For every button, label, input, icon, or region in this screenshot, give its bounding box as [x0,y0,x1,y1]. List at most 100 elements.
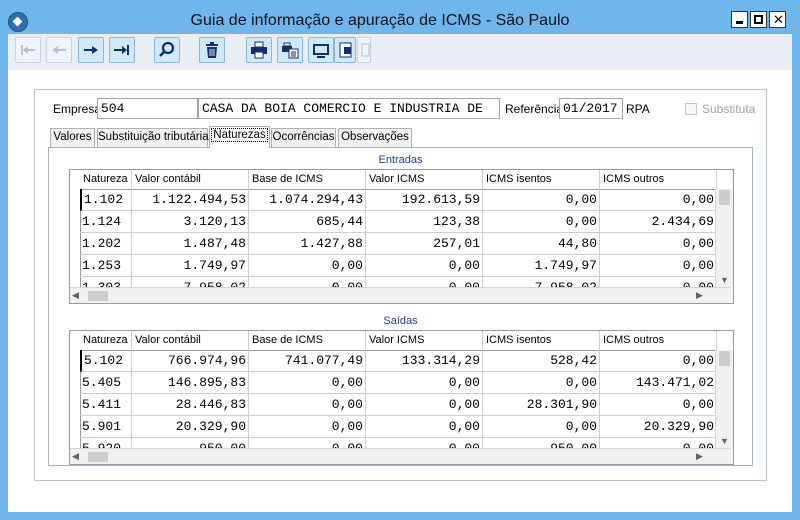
tab-naturezas[interactable]: Naturezas [209,126,270,148]
column-header[interactable]: Valor contábil [132,170,249,189]
column-header[interactable]: ICMS outros [600,331,717,350]
column-header[interactable]: Valor ICMS [366,331,483,350]
value-cell[interactable]: 766.974,96 [132,350,249,372]
value-cell[interactable]: 685,44 [249,211,366,233]
value-cell[interactable]: 528,42 [483,350,600,372]
value-cell[interactable]: 20.329,90 [132,416,249,438]
column-header[interactable]: ICMS isentos [483,331,600,350]
value-cell[interactable]: 143.471,02 [600,372,717,394]
tab-ocorrencias[interactable]: Ocorrências [271,128,336,147]
column-header[interactable]: ICMS outros [600,170,717,189]
value-cell[interactable]: 0,00 [249,394,366,416]
empresa-name-field[interactable]: CASA DA BOIA COMERCIO E INDUSTRIA DE [198,98,500,119]
value-cell[interactable]: 1.487,48 [132,233,249,255]
value-cell[interactable]: 0,00 [249,416,366,438]
scroll-thumb[interactable] [88,452,108,462]
natureza-cell[interactable]: 1.124 [80,211,132,233]
value-cell[interactable]: 2.434,69 [600,211,717,233]
value-cell[interactable]: 28.446,83 [132,394,249,416]
scroll-left-arrow[interactable]: ◀ [72,290,79,301]
tab-observacoes[interactable]: Observações [338,128,412,147]
value-cell[interactable]: 1.122.494,53 [132,189,249,211]
value-cell[interactable]: 741.077,49 [249,350,366,372]
maximize-button[interactable] [750,11,767,28]
vertical-scrollbar[interactable]: ▼ [715,350,733,448]
search-button[interactable] [154,37,180,63]
value-cell[interactable]: 146.895,83 [132,372,249,394]
natureza-cell[interactable]: 1.253 [80,255,132,277]
value-cell[interactable]: 1.427,88 [249,233,366,255]
scroll-down-arrow[interactable]: ▼ [716,436,733,446]
saidas-grid[interactable]: Natureza Valor contábil Base de ICMS Valor … [69,330,734,465]
column-header[interactable]: Base de ICMS [249,170,366,189]
screen-preview-button[interactable] [308,37,334,63]
value-cell[interactable]: 192.613,59 [366,189,483,211]
natureza-cell[interactable]: 5.405 [80,372,132,394]
horizontal-scrollbar[interactable]: ◀ ▶ [70,448,731,464]
delete-button[interactable] [199,37,225,63]
value-cell[interactable]: 1.749,97 [132,255,249,277]
value-cell[interactable]: 0,00 [366,394,483,416]
natureza-cell[interactable]: 5.411 [80,394,132,416]
value-cell[interactable]: 0,00 [249,372,366,394]
substituta-checkbox[interactable] [685,103,697,115]
horizontal-scrollbar[interactable]: ◀ ▶ [70,287,731,303]
value-cell[interactable]: 0,00 [366,255,483,277]
value-cell[interactable]: 0,00 [483,189,600,211]
minimize-button[interactable] [731,11,748,28]
scroll-left-arrow[interactable]: ◀ [72,451,79,462]
column-header[interactable]: Valor contábil [132,331,249,350]
close-button[interactable]: ✕ [769,11,786,28]
value-cell[interactable]: 28.301,90 [483,394,600,416]
referencia-field[interactable]: 01/2017 [559,98,623,119]
value-cell[interactable]: 0,00 [483,416,600,438]
natureza-cell[interactable]: 1.202 [80,233,132,255]
value-cell[interactable]: 0,00 [600,189,717,211]
value-cell[interactable]: 0,00 [600,233,717,255]
first-record-button[interactable] [15,37,41,63]
value-cell[interactable]: 1.074.294,43 [249,189,366,211]
column-header[interactable]: Natureza [80,331,132,350]
empresa-code-field[interactable]: 504 [97,98,198,119]
vertical-scrollbar[interactable]: ▼ [715,189,733,287]
scroll-right-arrow[interactable]: ▶ [696,290,703,301]
column-header[interactable]: ICMS isentos [483,170,600,189]
natureza-cell[interactable]: 5.901 [80,416,132,438]
scroll-thumb[interactable] [719,190,730,205]
value-cell[interactable]: 0,00 [600,394,717,416]
value-cell[interactable]: 0,00 [600,255,717,277]
natureza-cell[interactable]: 1.102 [80,189,132,211]
value-cell[interactable]: 1.749,97 [483,255,600,277]
value-cell[interactable]: 0,00 [483,372,600,394]
last-record-button[interactable] [109,37,135,63]
column-header[interactable]: Natureza [80,170,132,189]
value-cell[interactable]: 44,80 [483,233,600,255]
value-cell[interactable]: 133.314,29 [366,350,483,372]
value-cell[interactable]: 0,00 [249,255,366,277]
print-preview-button[interactable] [277,37,303,63]
value-cell[interactable]: 257,01 [366,233,483,255]
value-cell[interactable]: 0,00 [600,350,717,372]
column-header[interactable]: Base de ICMS [249,331,366,350]
scroll-thumb[interactable] [88,291,108,301]
value-cell[interactable]: 0,00 [366,416,483,438]
scroll-right-arrow[interactable]: ▶ [696,451,703,462]
extra-toolbar-button[interactable] [357,37,371,63]
next-record-button[interactable] [78,37,104,63]
column-header[interactable]: Valor ICMS [366,170,483,189]
scroll-down-arrow[interactable]: ▼ [716,275,733,285]
tab-valores[interactable]: Valores [50,128,95,147]
value-cell[interactable]: 0,00 [483,211,600,233]
value-cell[interactable]: 123,38 [366,211,483,233]
print-button[interactable] [246,37,272,63]
previous-record-button[interactable] [46,37,72,63]
natureza-cell[interactable]: 5.102 [80,350,132,372]
value-cell[interactable]: 20.329,90 [600,416,717,438]
export-button[interactable] [334,37,356,63]
value-cell[interactable]: 3.120,13 [132,211,249,233]
tab-substituicao-tributaria[interactable]: Substituição tributária [97,128,209,147]
value-cell[interactable]: 0,00 [366,372,483,394]
entradas-grid[interactable]: Natureza Valor contábil Base de ICMS Valor … [69,169,734,304]
column-header-row: Natureza Valor contábil Base de ICMS Valor … [80,170,717,190]
scroll-thumb[interactable] [719,351,730,366]
